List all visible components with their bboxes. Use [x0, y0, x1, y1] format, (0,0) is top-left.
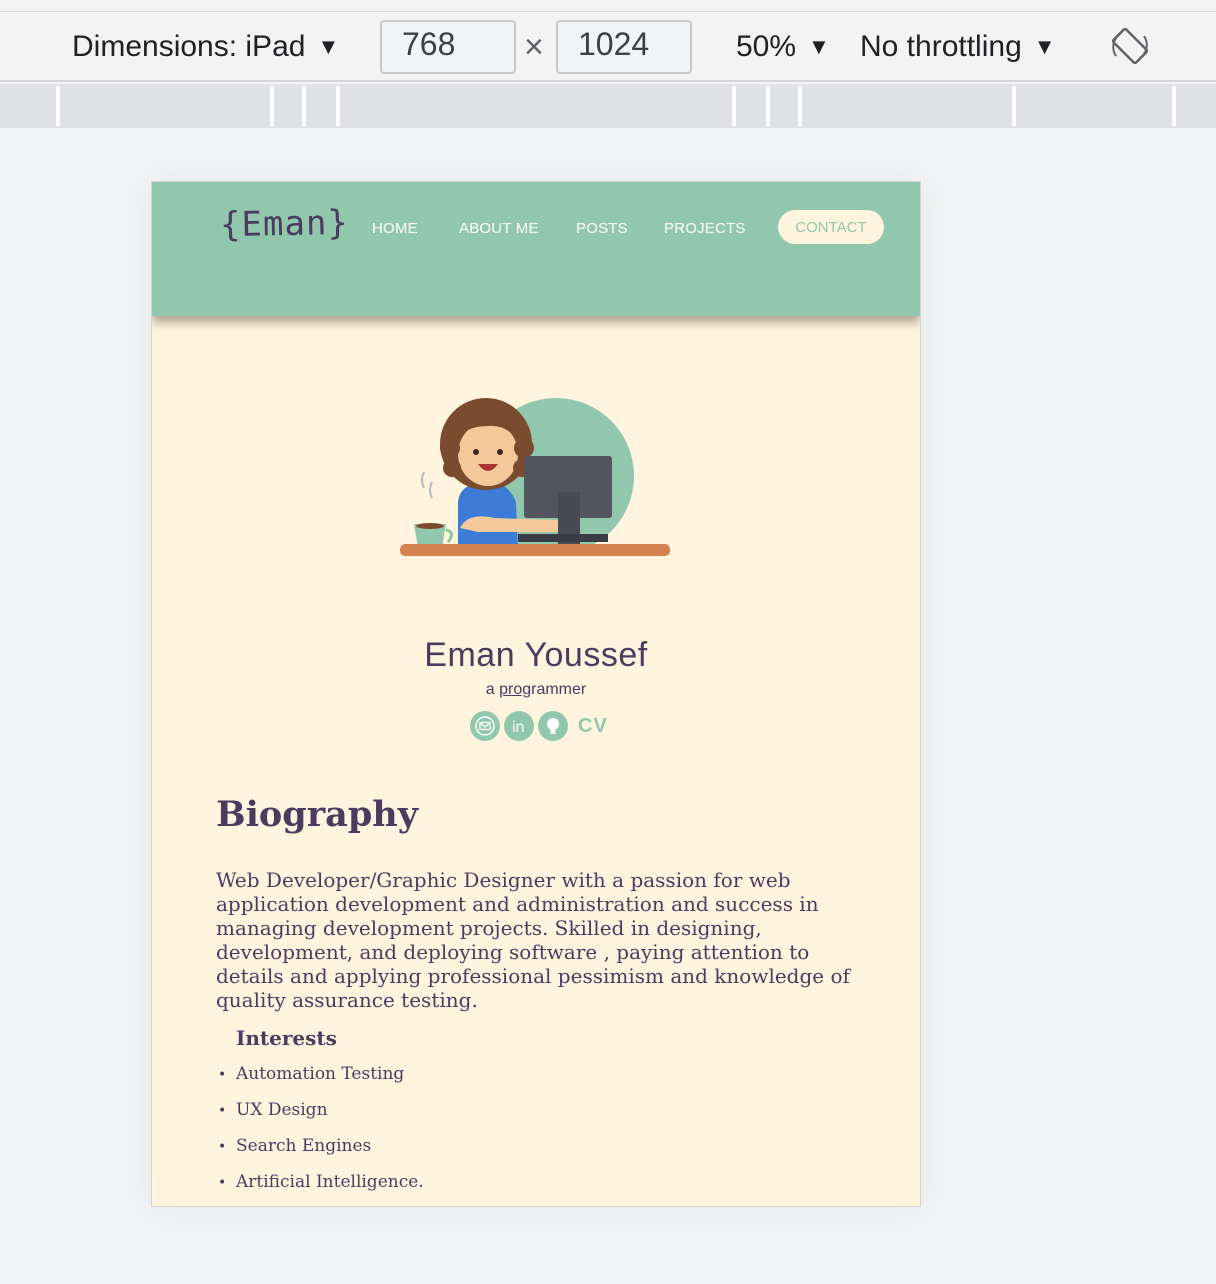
media-query-marker[interactable] — [798, 86, 802, 126]
tagline-rest: rammer — [531, 681, 587, 698]
list-item: • Search Engines — [218, 1136, 372, 1156]
profile-illustration — [400, 398, 670, 556]
interest-label: Search Engines — [236, 1136, 372, 1156]
nav-about-me[interactable]: ABOUT ME — [459, 220, 539, 237]
device-viewport: {Eman} HOME ABOUT ME POSTS PROJECTS CONT… — [151, 181, 921, 1207]
mail-icon[interactable] — [470, 711, 500, 741]
media-query-bar[interactable] — [0, 84, 1216, 128]
interests-list: • Automation Testing • UX Design • Search E… — [218, 1064, 424, 1206]
height-input[interactable]: 1024 — [556, 20, 692, 74]
list-item: • UX Design — [218, 1100, 328, 1120]
biography-text: Web Developer/Graphic Designer with a pa… — [216, 868, 850, 1012]
rotate-icon[interactable] — [1110, 26, 1150, 66]
zoom-label: 50% — [736, 30, 797, 63]
media-query-marker[interactable] — [336, 86, 340, 126]
svg-text:in: in — [512, 719, 524, 736]
media-query-marker[interactable] — [56, 86, 60, 126]
device-toolbar: Dimensions: iPad ▼ 768 × 1024 50% ▼ No t… — [0, 12, 1216, 82]
nav-contact-button[interactable]: CONTACT — [778, 210, 884, 244]
throttling-dropdown[interactable]: No throttling ▼ — [860, 30, 1056, 64]
width-input[interactable]: 768 — [380, 20, 516, 74]
chevron-down-icon: ▼ — [808, 34, 830, 59]
media-query-marker[interactable] — [766, 86, 770, 126]
site-navbar: {Eman} HOME ABOUT ME POSTS PROJECTS CONT… — [152, 182, 920, 316]
dimensions-label: Dimensions: iPad — [72, 30, 306, 63]
media-query-marker[interactable] — [302, 86, 306, 126]
zoom-dropdown[interactable]: 50% ▼ — [736, 30, 830, 64]
biography-heading: Biography — [216, 794, 419, 835]
list-item: • Automation Testing — [218, 1064, 405, 1084]
interests-heading: Interests — [236, 1026, 337, 1050]
nav-home[interactable]: HOME — [372, 220, 418, 237]
media-query-marker[interactable] — [732, 86, 736, 126]
media-query-marker[interactable] — [270, 86, 274, 126]
list-item: • Artificial Intelligence. — [218, 1172, 424, 1192]
profile-tagline: a programmer — [152, 681, 920, 699]
media-query-marker[interactable] — [1172, 86, 1176, 126]
tagline-underlined: prog — [499, 681, 532, 698]
site-logo[interactable]: {Eman} — [220, 203, 350, 245]
interest-label: UX Design — [236, 1100, 328, 1120]
interest-label: Artificial Intelligence. — [236, 1172, 424, 1192]
nav-posts[interactable]: POSTS — [576, 220, 628, 237]
linkedin-icon[interactable]: in — [504, 711, 534, 741]
chevron-down-icon: ▼ — [1033, 34, 1056, 59]
nav-projects[interactable]: PROJECTS — [664, 220, 746, 237]
dimensions-dropdown[interactable]: Dimensions: iPad ▼ — [72, 30, 339, 64]
chevron-down-icon: ▼ — [317, 34, 340, 59]
devtools-top-edge — [0, 0, 1216, 12]
profile-name: Eman Youssef — [424, 636, 648, 674]
social-links: in CV — [470, 711, 608, 741]
interest-label: Automation Testing — [236, 1064, 405, 1084]
github-icon[interactable] — [538, 711, 568, 741]
tagline-prefix: a — [485, 681, 500, 698]
cv-link[interactable]: CV — [578, 715, 608, 738]
media-query-marker[interactable] — [1012, 86, 1016, 126]
throttling-label: No throttling — [860, 30, 1022, 63]
times-icon: × — [524, 28, 544, 66]
